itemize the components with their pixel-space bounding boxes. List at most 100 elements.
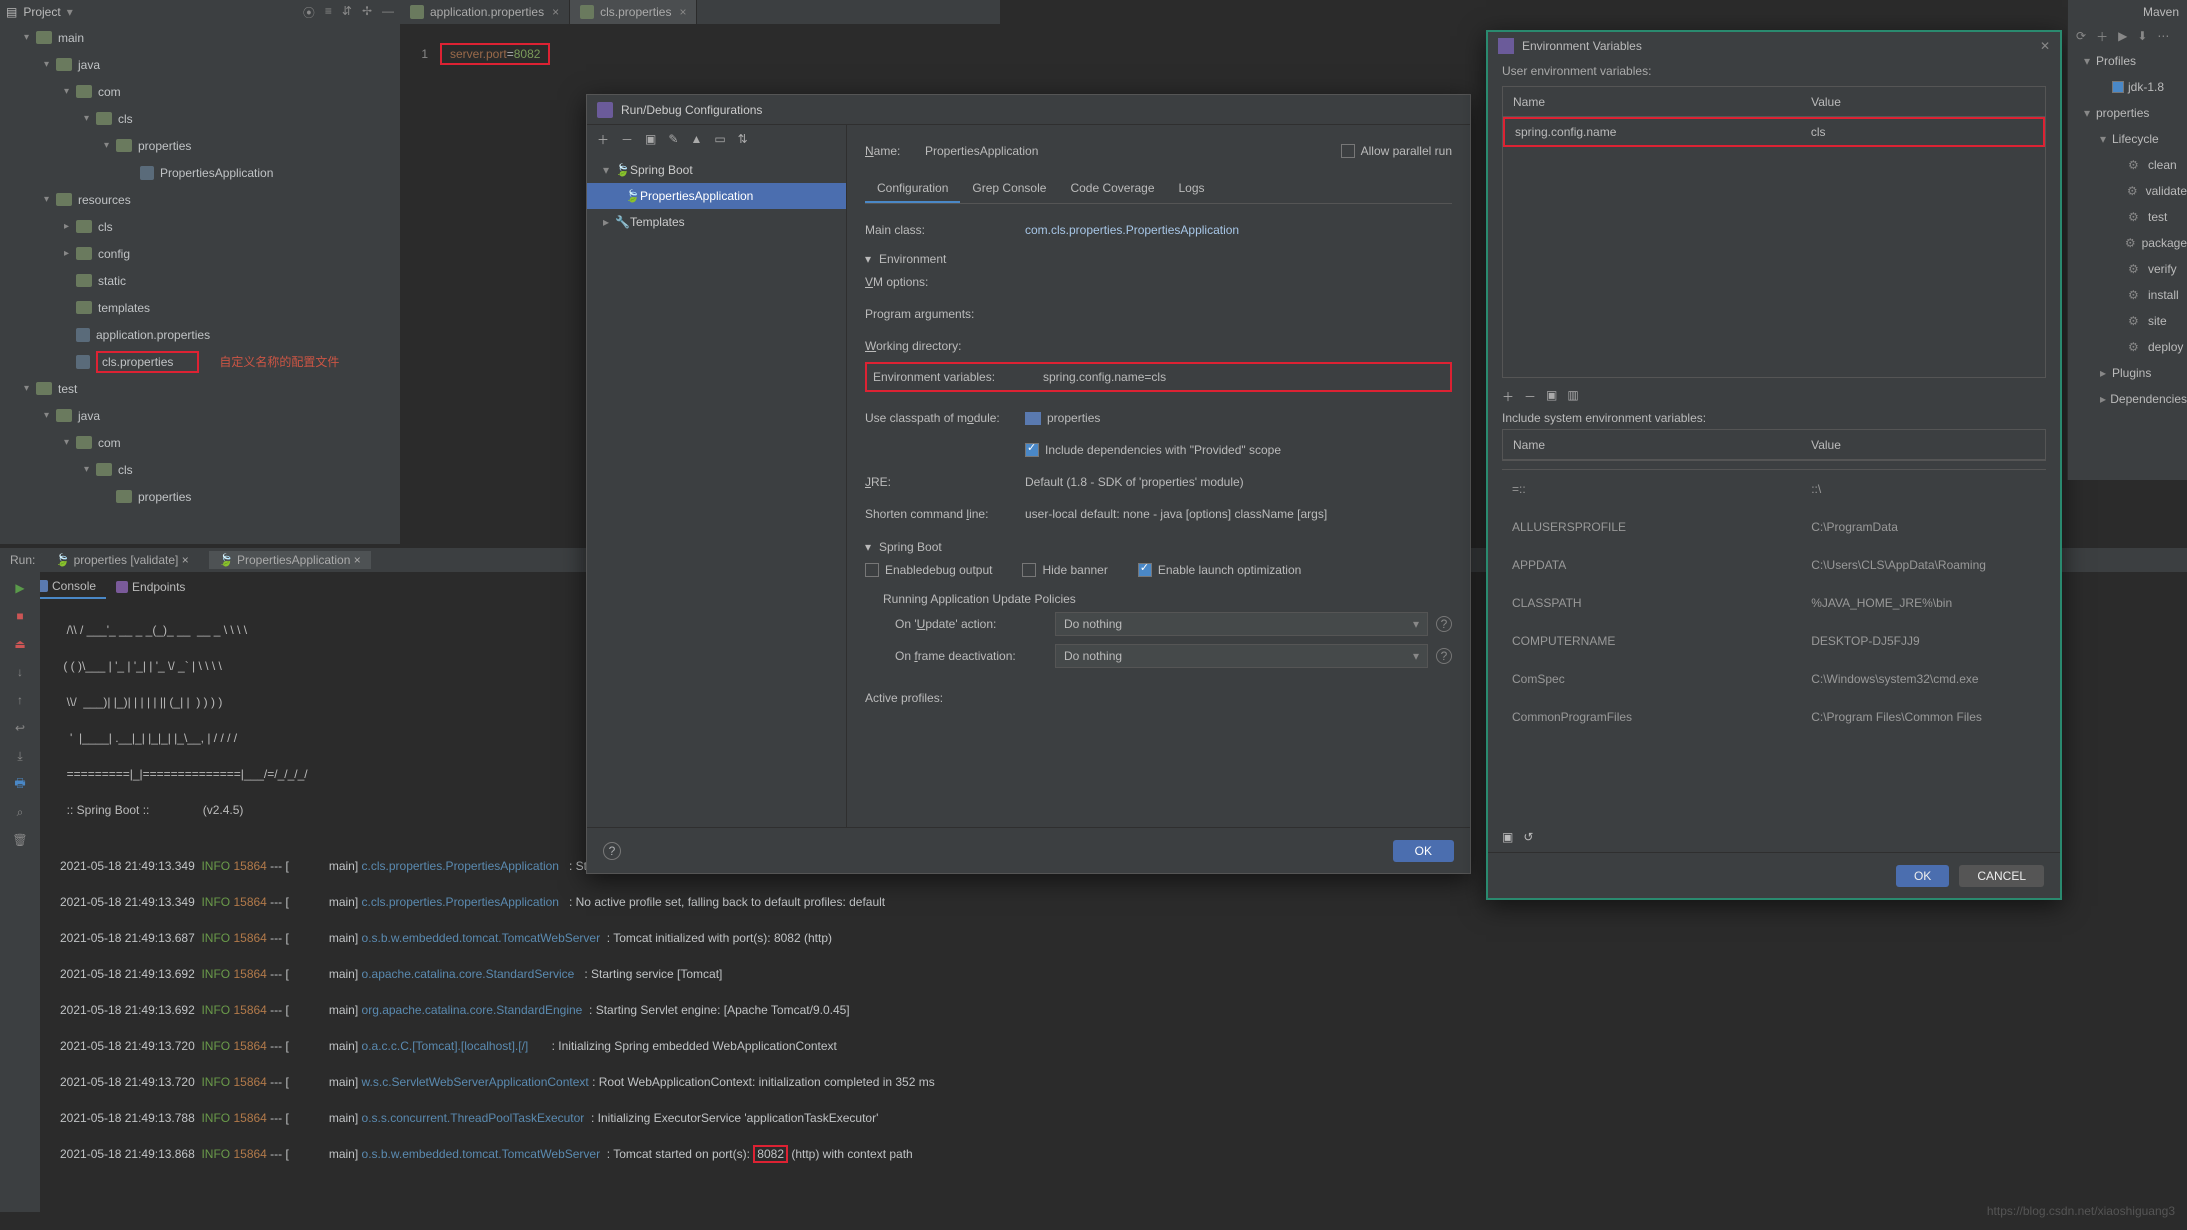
hide-banner-checkbox[interactable]	[1022, 563, 1036, 577]
maven-item[interactable]: ⚙site	[2068, 308, 2187, 334]
maven-item[interactable]: jdk-1.8	[2068, 74, 2187, 100]
code-editor[interactable]: 1 server.port=8082	[400, 24, 1000, 84]
maven-item[interactable]: ▾Lifecycle	[2068, 126, 2187, 152]
tree-item[interactable]: ▾properties	[0, 132, 400, 159]
tree-item[interactable]: ▾cls	[0, 105, 400, 132]
print-icon[interactable]: 🖶	[12, 776, 28, 792]
copy-config-icon[interactable]: ▣	[645, 132, 656, 146]
wrap-icon[interactable]: ↩	[12, 720, 28, 736]
hide-icon[interactable]: —	[382, 4, 394, 21]
exit-icon[interactable]: ⏏	[12, 636, 28, 652]
sidebar-item-templates[interactable]: ▸🔧 Templates	[587, 209, 846, 235]
plus-icon[interactable]: ＋	[2096, 28, 2108, 45]
gear-icon[interactable]: ✢	[362, 4, 372, 21]
maven-item[interactable]: ⚙package	[2068, 230, 2187, 256]
project-tree[interactable]: ▾main▾java▾com▾cls▾propertiesPropertiesA…	[0, 24, 400, 544]
maven-item[interactable]: ⚙clean	[2068, 152, 2187, 178]
maven-item[interactable]: ⚙test	[2068, 204, 2187, 230]
run-tab[interactable]: 🍃 properties [validate] ×	[45, 551, 198, 569]
config-tab[interactable]: Configuration	[865, 175, 960, 203]
help-icon[interactable]: ?	[1436, 648, 1452, 664]
stop-icon[interactable]: ■	[12, 608, 28, 624]
tree-item[interactable]: application.properties	[0, 321, 400, 348]
edit-config-icon[interactable]: ✎	[668, 132, 678, 146]
config-tab[interactable]: Grep Console	[960, 175, 1058, 203]
launch-opt-checkbox[interactable]	[1138, 563, 1152, 577]
reset-icon[interactable]: ↺	[1523, 830, 1533, 844]
refresh-icon[interactable]: ⟳	[2076, 29, 2086, 43]
trash-icon[interactable]: 🗑	[12, 832, 28, 848]
tree-item[interactable]: static	[0, 267, 400, 294]
classpath-module[interactable]: properties	[1047, 411, 1452, 425]
maven-item[interactable]: ⚙install	[2068, 282, 2187, 308]
config-name-input[interactable]: PropertiesApplication	[925, 144, 1341, 158]
sort-config-icon[interactable]: ⇅	[738, 132, 748, 146]
run-tab[interactable]: 🍃 PropertiesApplication ×	[209, 551, 371, 569]
locate-icon[interactable]: ⦿	[303, 4, 315, 21]
scroll-icon[interactable]: ⤓	[12, 748, 28, 764]
allow-parallel-checkbox[interactable]	[1341, 144, 1355, 158]
paste-icon[interactable]: ▥	[1567, 388, 1578, 405]
on-update-select[interactable]: Do nothing▾	[1055, 612, 1428, 636]
ok-button[interactable]: OK	[1393, 840, 1454, 862]
sidebar-item-properties-app[interactable]: 🍃 PropertiesApplication	[587, 183, 846, 209]
env-var-row[interactable]: spring.config.namecls	[1503, 117, 2045, 147]
maven-item[interactable]: ⚙validate	[2068, 178, 2187, 204]
enable-debug-checkbox[interactable]	[865, 563, 879, 577]
tree-item[interactable]: PropertiesApplication	[0, 159, 400, 186]
down-icon[interactable]: ↓	[12, 664, 28, 680]
add-icon[interactable]: ＋	[1502, 388, 1514, 405]
on-frame-select[interactable]: Do nothing▾	[1055, 644, 1428, 668]
download-icon[interactable]: ⬇	[2137, 29, 2147, 43]
rerun-icon[interactable]: ▶	[12, 580, 28, 596]
maven-item[interactable]: ▸Plugins	[2068, 360, 2187, 386]
help-icon[interactable]: ?	[1436, 616, 1452, 632]
tree-item[interactable]: ▾resources	[0, 186, 400, 213]
copy-icon[interactable]: ▣	[1546, 388, 1557, 405]
editor-tab[interactable]: cls.properties×	[570, 0, 697, 24]
tree-item[interactable]: properties	[0, 483, 400, 510]
chevron-down-icon[interactable]: ▾	[67, 5, 73, 19]
editor-tab[interactable]: application.properties×	[400, 0, 570, 24]
sidebar-item-springboot[interactable]: ▾🍃 Spring Boot	[587, 157, 846, 183]
tree-item[interactable]: ▾com	[0, 78, 400, 105]
tree-item[interactable]: cls.properties自定义名称的配置文件	[0, 348, 400, 375]
tree-item[interactable]: ▾java	[0, 402, 400, 429]
tree-item[interactable]: templates	[0, 294, 400, 321]
up-icon[interactable]: ↑	[12, 692, 28, 708]
dialog-help-icon[interactable]: ?	[603, 842, 621, 860]
tree-item[interactable]: ▾cls	[0, 456, 400, 483]
maven-item[interactable]: ⚙deploy	[2068, 334, 2187, 360]
tree-item[interactable]: ▾java	[0, 51, 400, 78]
main-class-field[interactable]: com.cls.properties.PropertiesApplication	[1025, 223, 1452, 237]
cancel-button[interactable]: CANCEL	[1959, 865, 2044, 887]
add-config-icon[interactable]: ＋	[597, 131, 609, 148]
maven-item[interactable]: ▸Dependencies	[2068, 386, 2187, 412]
ok-button[interactable]: OK	[1896, 865, 1949, 887]
maven-item[interactable]: ▾Profiles	[2068, 48, 2187, 74]
up-config-icon[interactable]: ▲	[690, 132, 702, 146]
run-icon[interactable]: ▶	[2118, 29, 2127, 43]
env-var-row[interactable]: Environment variables: spring.config.nam…	[865, 362, 1452, 392]
copy-icon[interactable]: ▣	[1502, 830, 1513, 844]
remove-config-icon[interactable]: －	[621, 131, 633, 148]
expand-icon[interactable]: ≡	[325, 4, 332, 21]
filter-icon[interactable]: ⌕	[12, 804, 28, 820]
tree-item[interactable]: ▾main	[0, 24, 400, 51]
tree-item[interactable]: ▸config	[0, 240, 400, 267]
include-deps-checkbox[interactable]	[1025, 443, 1039, 457]
console-tab[interactable]: Endpoints	[106, 576, 195, 598]
tree-item[interactable]: ▾com	[0, 429, 400, 456]
close-icon[interactable]: ✕	[2040, 39, 2050, 53]
maven-item[interactable]: ▾properties	[2068, 100, 2187, 126]
collapse-icon[interactable]: ⇵	[342, 4, 352, 21]
shorten-field[interactable]: user-local default: none - java [options…	[1025, 507, 1452, 521]
tree-item[interactable]: ▾test	[0, 375, 400, 402]
more-icon[interactable]: ⋯	[2157, 29, 2169, 43]
jre-field[interactable]: Default (1.8 - SDK of 'properties' modul…	[1025, 475, 1452, 489]
tree-item[interactable]: ▸cls	[0, 213, 400, 240]
folder-config-icon[interactable]: ▭	[714, 132, 725, 146]
config-tab[interactable]: Logs	[1167, 175, 1217, 203]
maven-item[interactable]: ⚙verify	[2068, 256, 2187, 282]
config-tab[interactable]: Code Coverage	[1058, 175, 1166, 203]
